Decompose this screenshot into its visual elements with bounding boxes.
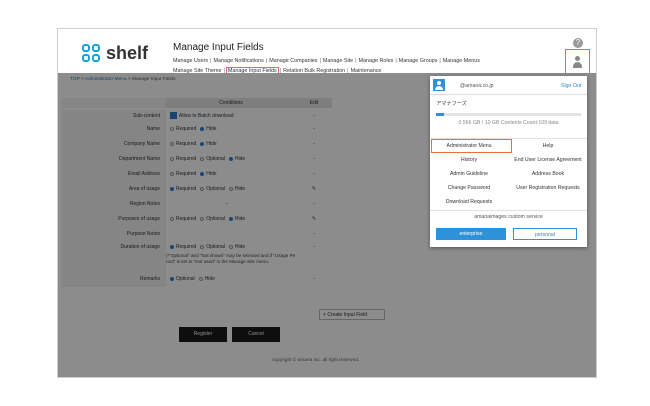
panel-menu-item[interactable]: Download Requests (430, 199, 508, 205)
header: shelf Manage Input Fields Manage Users | M… (58, 29, 596, 76)
nav-separator: | (355, 58, 357, 64)
panel-menu-item[interactable]: Address Book (509, 171, 587, 177)
panel-menu-item[interactable]: Change Password (430, 185, 508, 191)
nav-separator: | (395, 58, 397, 64)
administrator-menu-highlight (431, 139, 512, 153)
nav-item[interactable]: Manage Companies (269, 58, 317, 64)
page-title: Manage Input Fields (173, 42, 264, 53)
nav-item[interactable]: Manage Roles (359, 58, 394, 64)
user-dropdown-panel: @amana.co.jp Sign Out アマナフーズ 0.566 GB / … (430, 76, 587, 247)
logo-text: shelf (106, 43, 149, 63)
sign-out-link[interactable]: Sign Out (561, 83, 581, 89)
user-email: @amana.co.jp (460, 83, 494, 89)
user-icon (573, 56, 582, 70)
nav-item[interactable]: Manage Site (323, 58, 353, 64)
nav-item[interactable]: Manage Notifications (213, 58, 263, 64)
nav-separator: | (265, 58, 268, 64)
enterprise-button[interactable]: enterprise (436, 228, 506, 240)
storage-usage-text: 0.566 GB / 10 GB Contents Count:109 data (458, 120, 559, 126)
panel-menu-item[interactable]: History (430, 157, 508, 163)
nav-separator: | (319, 58, 321, 64)
panel-header: @amana.co.jp Sign Out (430, 76, 587, 95)
personal-button[interactable]: personal (513, 228, 577, 240)
panel-menu-item[interactable]: Help (509, 143, 587, 149)
nav-separator: | (210, 58, 212, 64)
panel-menu-item[interactable]: Admin Guideline (430, 171, 508, 177)
organization-name: アマナフーズ (436, 101, 467, 107)
storage-usage-bar (436, 113, 581, 116)
avatar-icon (433, 79, 445, 91)
panel-menu-item[interactable]: User Registration Requests (509, 185, 587, 191)
service-label: amanaimages custom service (430, 210, 587, 220)
logo-mark-icon (82, 43, 102, 64)
help-icon[interactable]: ? (573, 38, 583, 48)
nav-item[interactable]: Manage Menus (443, 58, 480, 64)
panel-menu-item[interactable]: End User License Agreement (509, 157, 587, 163)
nav-item[interactable]: Manage Groups (399, 58, 438, 64)
user-menu-button[interactable] (565, 49, 590, 76)
shelf-logo[interactable]: shelf (82, 43, 148, 64)
nav-separator: | (439, 58, 441, 64)
nav-item[interactable]: Manage Users (173, 58, 208, 64)
